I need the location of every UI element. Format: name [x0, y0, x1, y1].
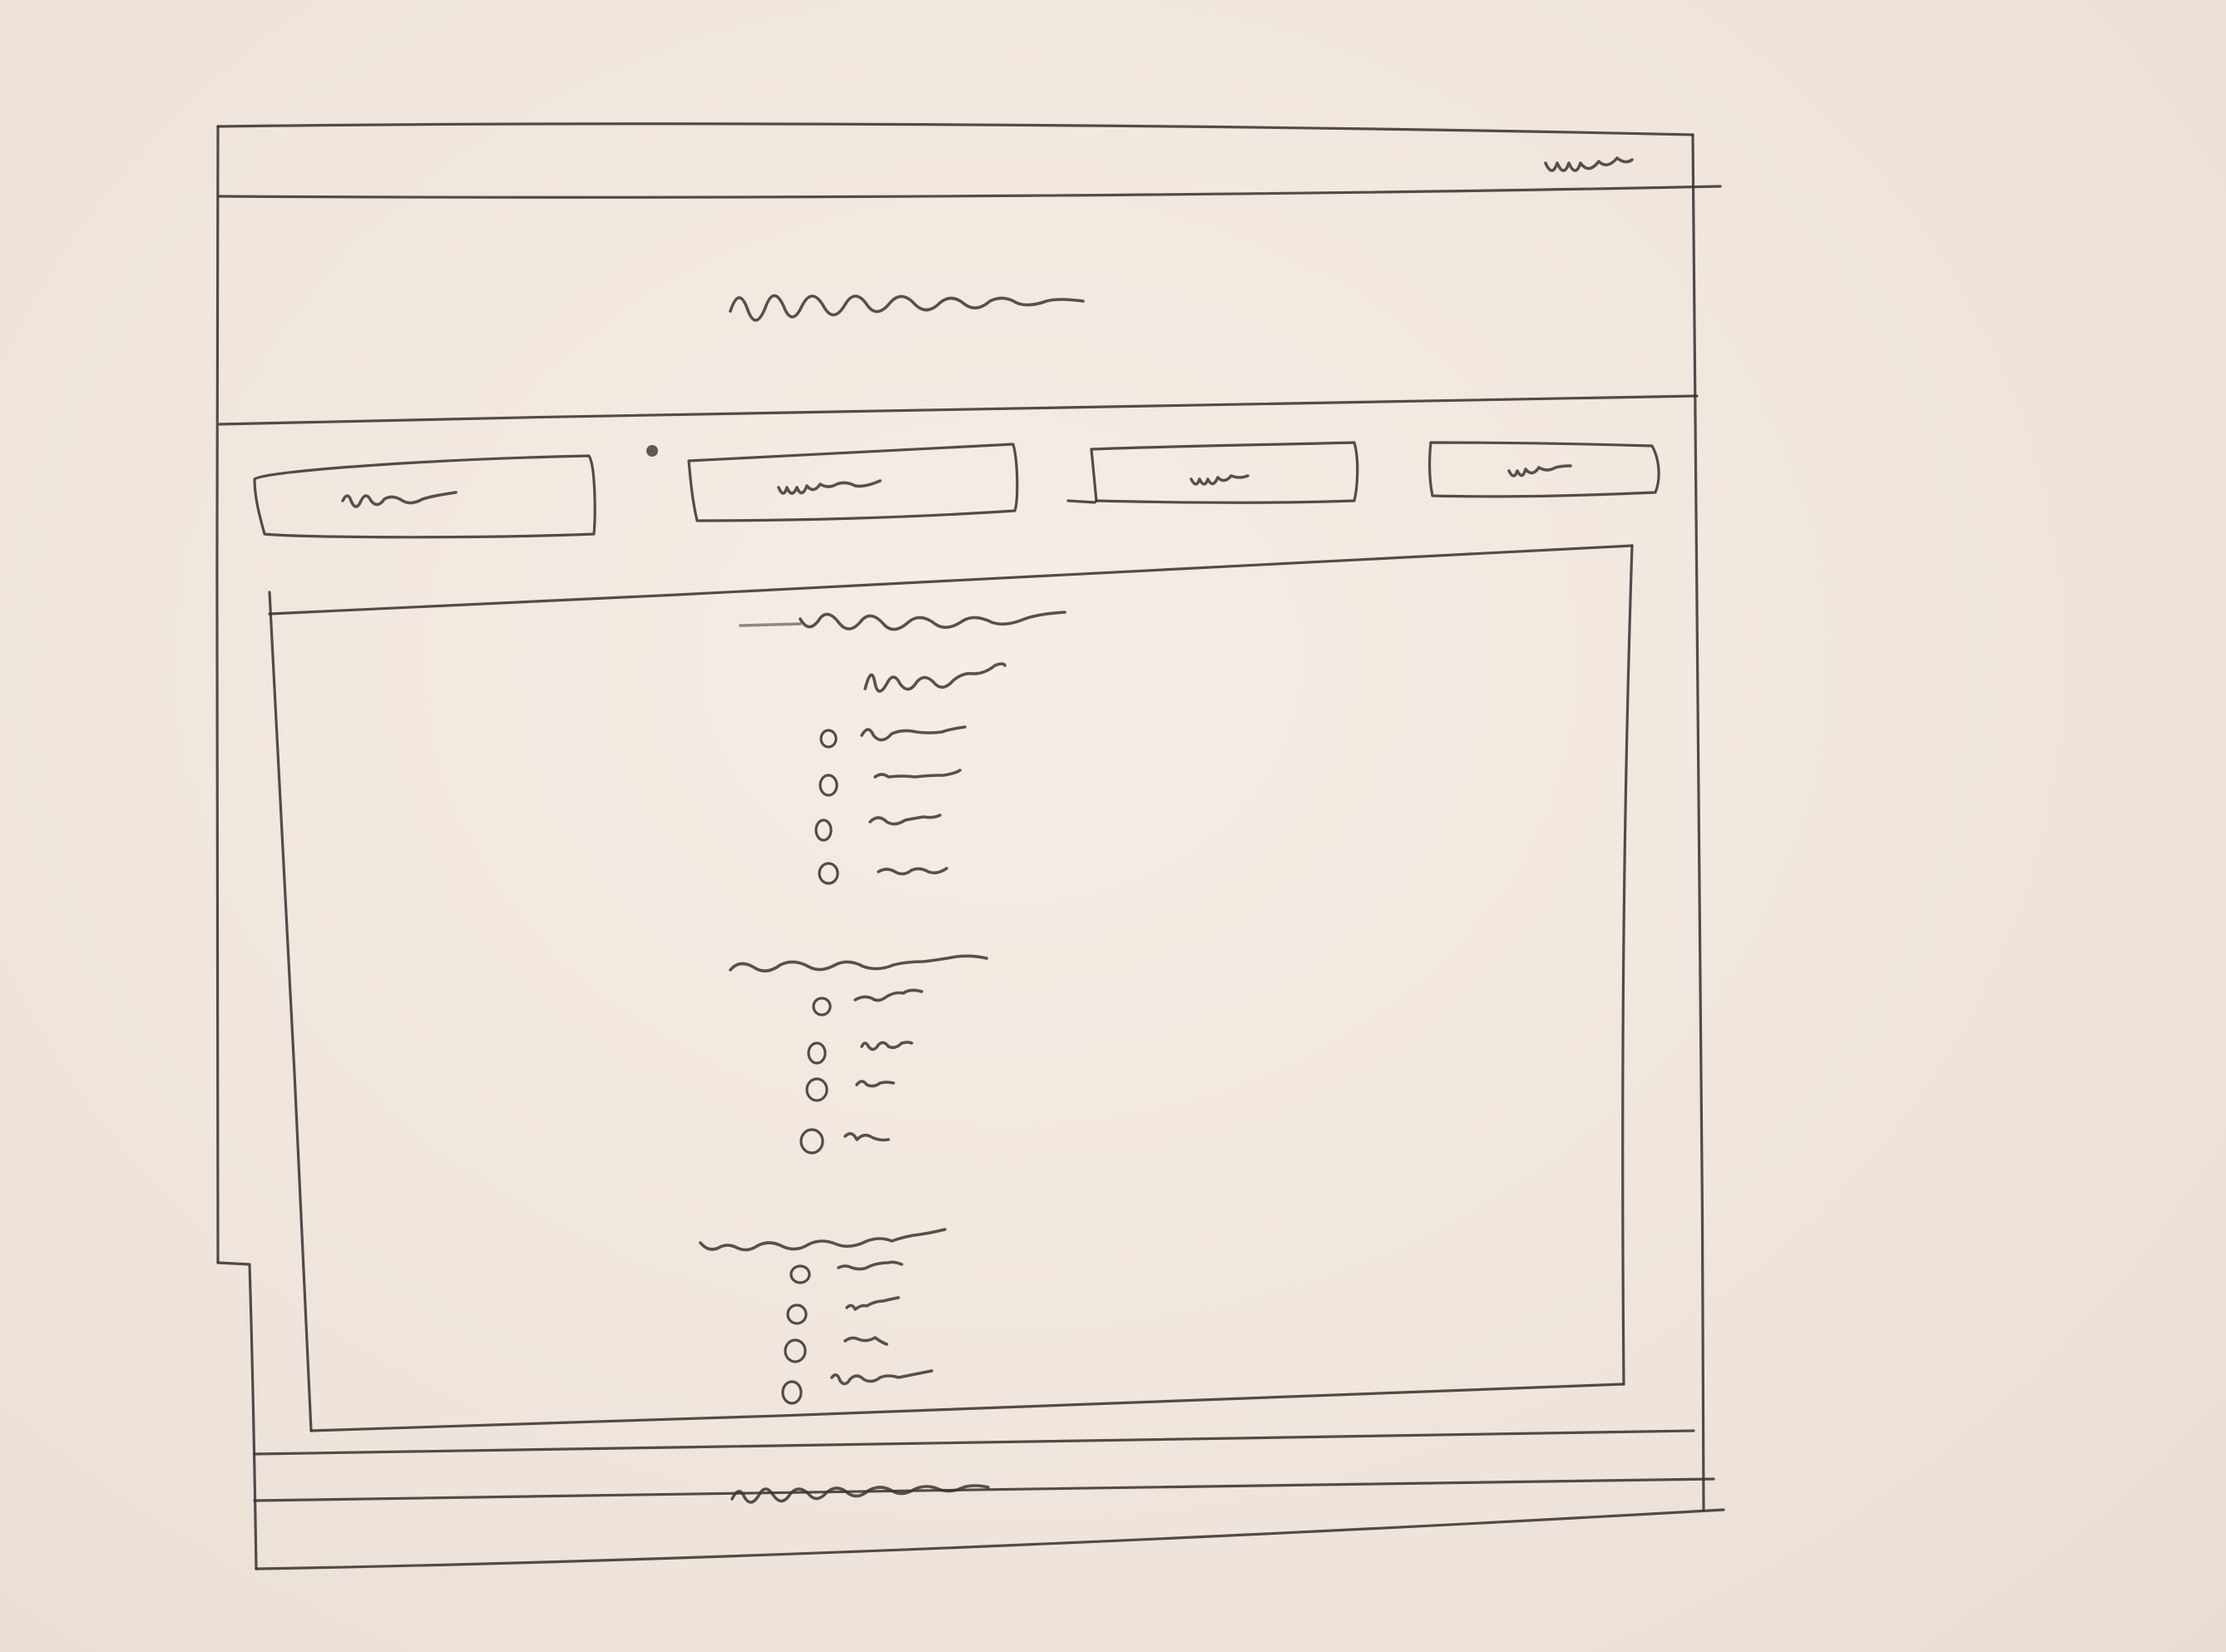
tab-2[interactable] — [687, 443, 1019, 522]
radio-button-icon[interactable] — [819, 729, 838, 749]
radio-button-icon[interactable] — [805, 1077, 829, 1102]
group-2-option-2[interactable] — [807, 1041, 913, 1065]
group-3-heading — [699, 1228, 947, 1252]
radio-button-icon[interactable] — [784, 1338, 807, 1363]
wireframe-sketch — [215, 122, 1725, 1570]
group-1-option-4[interactable] — [818, 862, 948, 885]
group-3-option-1[interactable] — [789, 1260, 903, 1284]
group-1-option-1[interactable] — [819, 725, 967, 749]
page-heading — [739, 611, 1066, 631]
option-group-1 — [814, 662, 1007, 885]
group-1-option-2[interactable] — [819, 769, 962, 797]
tab-bar — [253, 441, 1660, 539]
group-1-option-3[interactable] — [814, 814, 942, 842]
group-2-option-3[interactable] — [805, 1077, 895, 1102]
content-body — [699, 611, 1066, 1405]
radio-button-icon[interactable] — [789, 1264, 811, 1284]
top-bar — [218, 156, 1722, 199]
content-panel — [253, 544, 1715, 1502]
option-group-2 — [729, 954, 988, 1155]
header — [218, 294, 1699, 426]
header-title — [729, 294, 1085, 322]
radio-button-icon[interactable] — [819, 774, 838, 797]
radio-button-icon[interactable] — [807, 1041, 827, 1065]
radio-button-icon[interactable] — [812, 997, 832, 1016]
option-group-3 — [699, 1228, 947, 1405]
group-1-subheading — [863, 662, 1007, 693]
group-2-option-1[interactable] — [812, 988, 923, 1016]
tab-bar-dot — [646, 445, 658, 457]
group-3-option-4[interactable] — [781, 1369, 933, 1405]
group-3-option-2[interactable] — [786, 1296, 900, 1325]
tab-4[interactable] — [1428, 441, 1660, 498]
radio-button-icon[interactable] — [799, 1128, 824, 1155]
group-3-option-3[interactable] — [784, 1336, 888, 1363]
radio-button-icon[interactable] — [818, 862, 839, 885]
radio-button-icon[interactable] — [786, 1303, 808, 1325]
window-frame — [215, 122, 1725, 1570]
group-2-heading — [729, 954, 988, 972]
top-bar-label[interactable] — [1544, 156, 1634, 172]
radio-button-icon[interactable] — [781, 1380, 803, 1405]
tab-1[interactable] — [253, 454, 596, 539]
group-2-option-4[interactable] — [799, 1128, 890, 1155]
radio-button-icon[interactable] — [814, 819, 833, 842]
tab-3[interactable] — [1066, 441, 1359, 504]
